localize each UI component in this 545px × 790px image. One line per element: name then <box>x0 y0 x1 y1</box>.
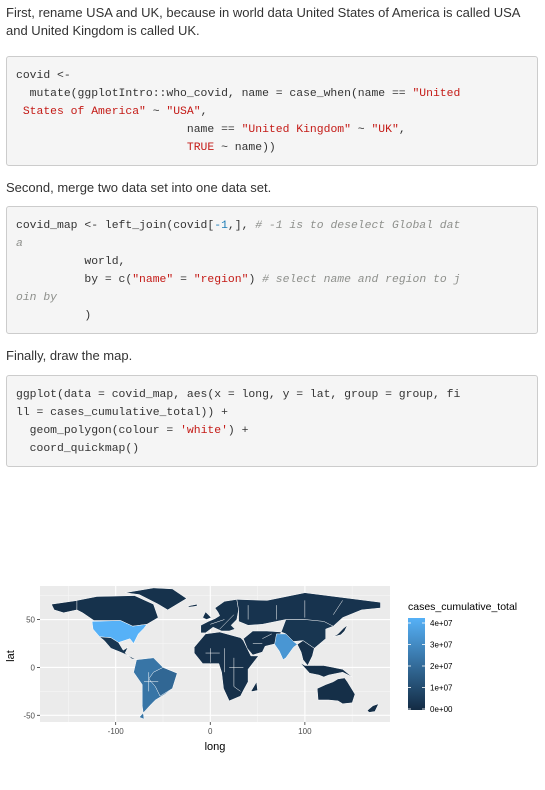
code-line: coord_quickmap() <box>16 440 528 458</box>
code-token: 'white' <box>180 425 228 437</box>
code-token: ll = cases_cumulative_total)) + <box>16 407 228 419</box>
x-tick-label: -100 <box>108 727 125 736</box>
y-tick-label: 0 <box>31 663 36 672</box>
code-line: States of America" ~ "USA", <box>16 103 528 121</box>
merge-paragraph: Second, merge two data set into one data… <box>6 180 272 195</box>
code-token: , <box>200 106 208 118</box>
y-tick-label: 50 <box>26 616 35 625</box>
code-token: "United <box>412 88 461 100</box>
code-line: by = c("name" = "region") # select name … <box>16 271 528 289</box>
code-token: name == <box>16 124 242 136</box>
code-line: world, <box>16 253 528 271</box>
x-tick-label: 0 <box>208 727 213 736</box>
y-tick-label: -50 <box>23 711 35 720</box>
code-token: ~ <box>350 124 372 136</box>
code-token: # select name and region to j <box>262 274 461 286</box>
code-token: "region" <box>193 274 249 286</box>
code-token: ,], <box>227 220 256 232</box>
code-line: name == "United Kingdom" ~ "UK", <box>16 121 528 139</box>
x-tick-label: 100 <box>298 727 312 736</box>
map-panel <box>40 586 390 722</box>
code-line: oin by <box>16 289 528 307</box>
code-token: = <box>173 274 194 286</box>
code-token: "USA" <box>166 106 201 118</box>
legend-label: 1e+07 <box>430 684 453 693</box>
legend-label: 0e+00 <box>430 705 453 714</box>
code-line: geom_polygon(colour = 'white') + <box>16 422 528 440</box>
code-token: # -1 is to deselect Global dat <box>255 220 461 232</box>
y-axis-label: lat <box>5 650 17 662</box>
code-token: ~ name)) <box>214 142 276 154</box>
draw-paragraph: Finally, draw the map. <box>6 348 133 363</box>
code-token: ggplot(data = covid_map, aes(x = long, y… <box>16 389 461 401</box>
x-axis-label: long <box>205 741 226 753</box>
code-token: ) <box>248 274 263 286</box>
code-token: geom_polygon(colour = <box>16 425 181 437</box>
code-block-rename: covid <- mutate(ggplotIntro::who_covid, … <box>6 56 538 166</box>
code-token: "name" <box>132 274 174 286</box>
code-token: covid <- <box>16 70 71 82</box>
legend-label: 3e+07 <box>430 641 453 650</box>
code-token: by = c( <box>16 274 133 286</box>
legend-label: 2e+07 <box>430 662 453 671</box>
code-token: ) + <box>227 425 249 437</box>
code-line: ll = cases_cumulative_total)) + <box>16 404 528 422</box>
code-token: States of America" <box>16 106 146 118</box>
code-token: ) <box>16 310 92 322</box>
code-token: "United Kingdom" <box>241 124 351 136</box>
code-token: mutate(ggplotIntro::who_covid, name = ca… <box>16 88 413 100</box>
code-line: ggplot(data = covid_map, aes(x = long, y… <box>16 386 528 404</box>
legend: cases_cumulative_total 4e+07 3e+07 2e+07 1e… <box>408 601 517 714</box>
legend-label: 4e+07 <box>430 619 453 628</box>
code-token: world, <box>16 256 126 268</box>
code-token: -1 <box>214 220 228 232</box>
code-block-merge: covid_map <- left_join(covid[-1,], # -1 … <box>6 206 538 334</box>
intro-paragraph: First, rename USA and UK, because in wor… <box>6 5 520 38</box>
code-token: coord_quickmap() <box>16 443 140 455</box>
code-line: mutate(ggplotIntro::who_covid, name = ca… <box>16 85 528 103</box>
code-line: ) <box>16 307 528 325</box>
legend-colorbar <box>408 618 425 710</box>
code-token: covid_map <- left_join(covid[ <box>16 220 215 232</box>
code-token: , <box>398 124 406 136</box>
code-token: ~ <box>145 106 167 118</box>
covid-map-plot: -100 0 100 -50 0 50 long lat cases_cumulative… <box>5 586 517 753</box>
code-line: covid <- <box>16 67 528 85</box>
legend-title: cases_cumulative_total <box>408 601 517 613</box>
code-token: oin by <box>16 292 58 304</box>
code-line: covid_map <- left_join(covid[-1,], # -1 … <box>16 217 528 235</box>
code-token: "UK" <box>371 124 399 136</box>
code-block-plot: ggplot(data = covid_map, aes(x = long, y… <box>6 375 538 467</box>
code-line: TRUE ~ name)) <box>16 139 528 157</box>
code-line: a <box>16 235 528 253</box>
code-token: TRUE <box>186 142 215 154</box>
code-token: a <box>16 238 23 250</box>
